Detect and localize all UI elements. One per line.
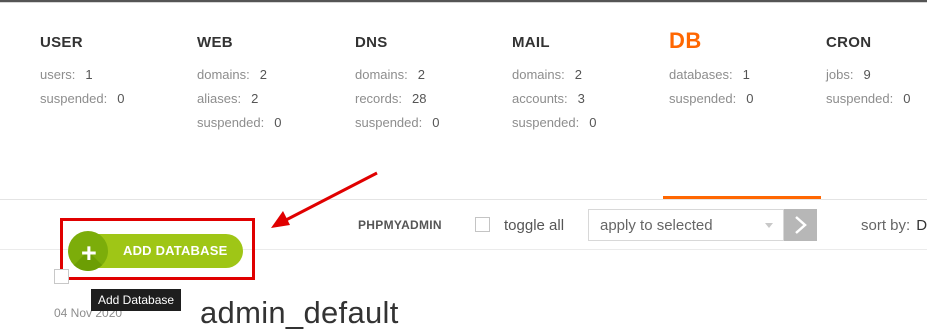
row-checkbox[interactable] <box>54 269 69 284</box>
annotation-arrow-icon <box>271 171 378 228</box>
plus-icon: + <box>81 238 97 268</box>
tooltip: Add Database <box>91 289 182 311</box>
db-name[interactable]: admin_default <box>200 295 399 331</box>
